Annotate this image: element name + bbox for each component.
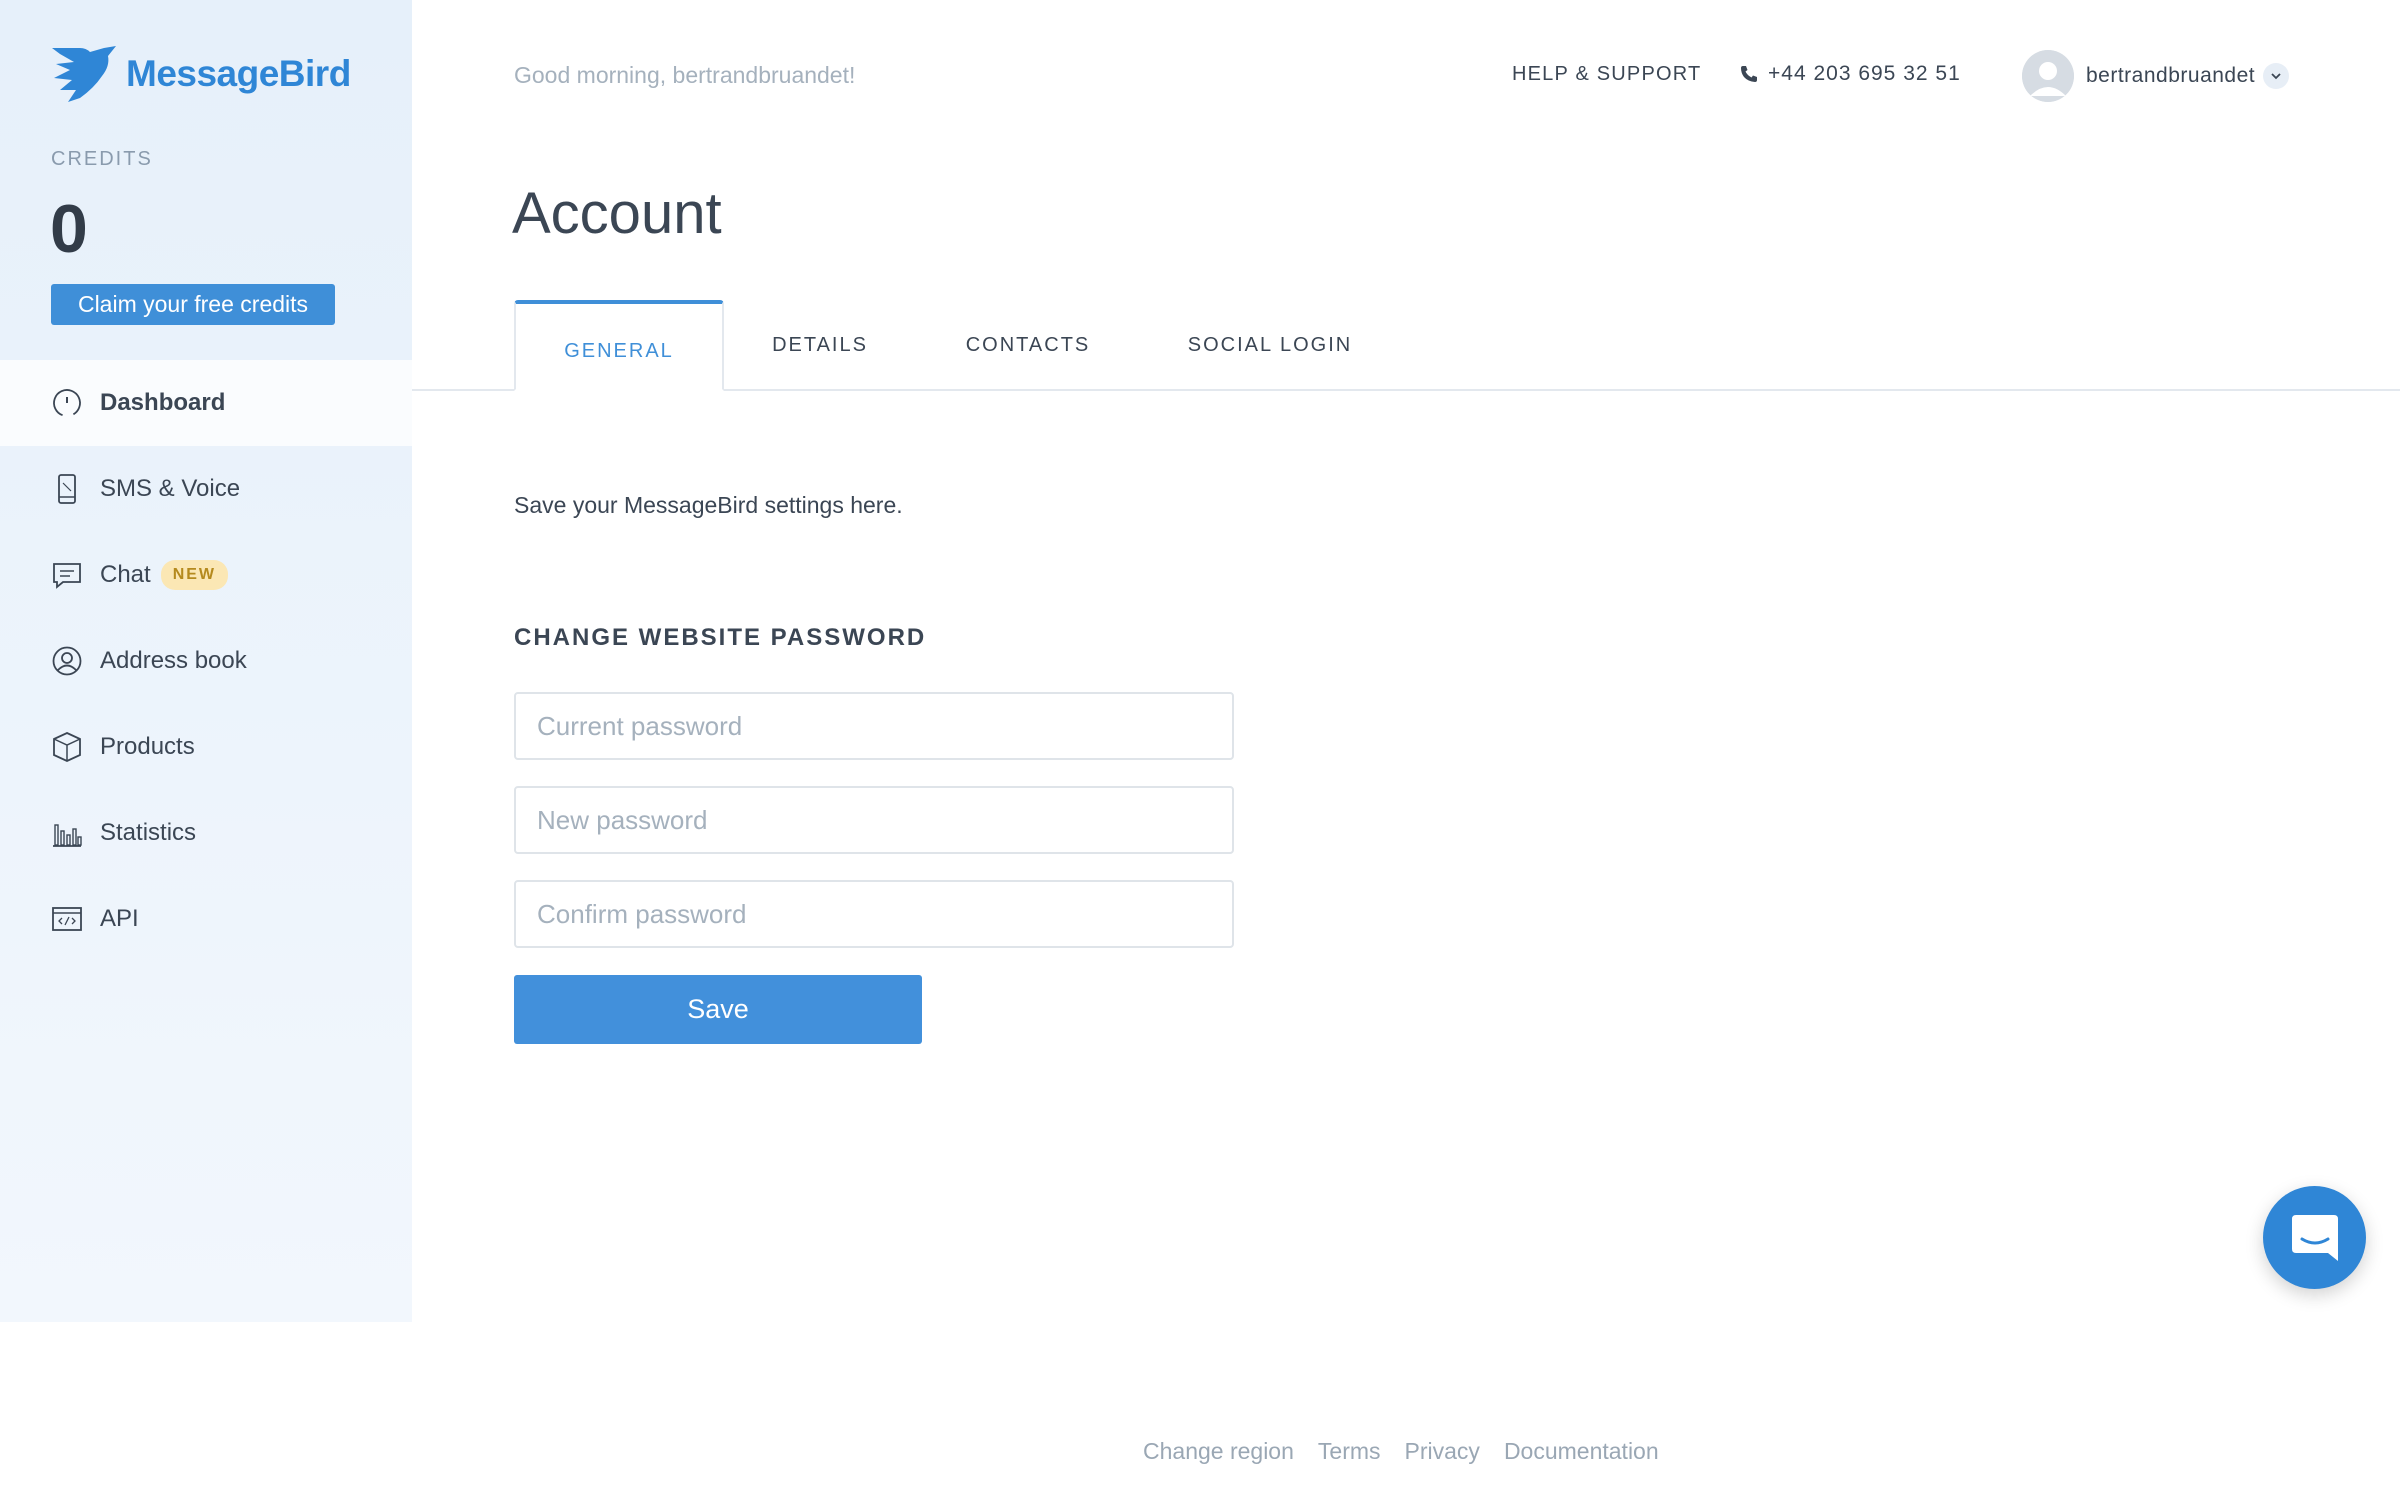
footer: Change region Terms Privacy Documentatio… [1143, 1438, 1659, 1465]
avatar [2022, 50, 2074, 102]
footer-link-change-region[interactable]: Change region [1143, 1438, 1294, 1465]
chat-bubble-icon [2291, 1214, 2338, 1261]
chevron-down-icon [2263, 63, 2290, 89]
confirm-password-field[interactable] [514, 880, 1234, 948]
bar-chart-icon [51, 817, 83, 849]
sidebar-item-chat[interactable]: Chat NEW [0, 532, 412, 618]
box-icon [51, 731, 83, 763]
sidebar: MessageBird CREDITS 0 Claim your free cr… [0, 0, 412, 1322]
code-window-icon [51, 903, 83, 935]
footer-link-documentation[interactable]: Documentation [1504, 1438, 1659, 1465]
tab-general[interactable]: GENERAL [514, 300, 724, 391]
intro-text: Save your MessageBird settings here. [514, 492, 903, 518]
sidebar-item-label: Address book [100, 647, 247, 674]
sidebar-item-label: Statistics [100, 819, 197, 846]
tab-details[interactable]: DETAILS [744, 300, 896, 391]
sidebar-item-label: Products [100, 733, 195, 760]
section-title: CHANGE WEBSITE PASSWORD [514, 624, 927, 651]
sidebar-item-label: Chat [100, 561, 151, 588]
phone-device-icon [51, 473, 83, 505]
sidebar-item-products[interactable]: Products [0, 704, 412, 790]
speedometer-icon [51, 387, 83, 419]
help-support-link[interactable]: HELP & SUPPORT [1512, 63, 1701, 86]
sidebar-nav: Dashboard SMS & Voice Chat NEW Address b… [0, 360, 412, 962]
bird-logo-icon [52, 46, 116, 102]
sidebar-item-label: SMS & Voice [100, 475, 241, 502]
footer-link-privacy[interactable]: Privacy [1405, 1438, 1480, 1465]
sidebar-item-label: API [100, 905, 139, 932]
sidebar-item-address-book[interactable]: Address book [0, 618, 412, 704]
phone-number[interactable]: +44 203 695 32 51 [1740, 62, 1961, 86]
greeting-text: Good morning, bertrandbruandet! [514, 62, 856, 88]
current-password-field[interactable] [514, 692, 1234, 760]
page-title: Account [512, 181, 722, 246]
sidebar-item-api[interactable]: API [0, 876, 412, 962]
save-button[interactable]: Save [514, 975, 922, 1044]
claim-credits-button[interactable]: Claim your free credits [51, 284, 335, 325]
sidebar-item-sms-voice[interactable]: SMS & Voice [0, 446, 412, 532]
chat-icon [51, 559, 83, 591]
tab-contacts[interactable]: CONTACTS [932, 300, 1124, 391]
phone-icon [1741, 66, 1757, 82]
new-password-field[interactable] [514, 786, 1234, 854]
messagebird-logo[interactable]: MessageBird [50, 44, 351, 104]
sidebar-item-statistics[interactable]: Statistics [0, 790, 412, 876]
new-badge: NEW [160, 560, 229, 590]
logo-text: MessageBird [126, 53, 351, 94]
sidebar-item-dashboard[interactable]: Dashboard [0, 360, 412, 446]
chat-launcher-button[interactable] [2263, 1186, 2366, 1289]
footer-link-terms[interactable]: Terms [1318, 1438, 1381, 1465]
user-menu[interactable]: bertrandbruandet [2022, 50, 2290, 102]
credits-value: 0 [50, 191, 88, 267]
contact-icon [51, 645, 83, 677]
credits-label: CREDITS [51, 148, 153, 170]
sidebar-item-label: Dashboard [100, 389, 226, 416]
tab-social-login[interactable]: SOCIAL LOGIN [1160, 300, 1380, 391]
phone-number-text: +44 203 695 32 51 [1768, 62, 1961, 85]
username: bertrandbruandet [2086, 64, 2256, 87]
